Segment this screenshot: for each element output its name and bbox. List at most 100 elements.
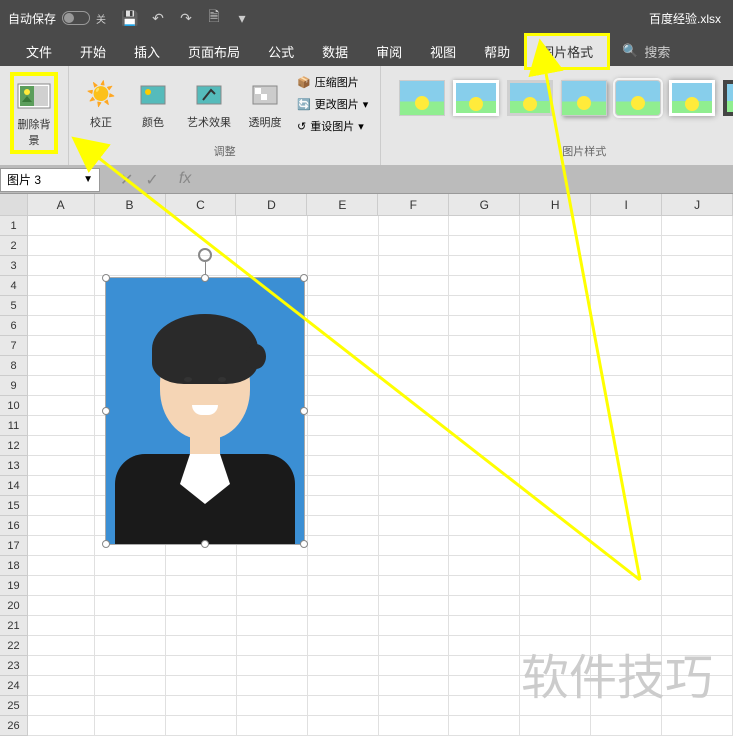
resize-handle[interactable] xyxy=(102,274,110,282)
cell[interactable] xyxy=(28,316,95,335)
cell[interactable] xyxy=(591,496,662,515)
cell[interactable] xyxy=(28,576,95,595)
cell[interactable] xyxy=(449,356,520,375)
chevron-down-icon[interactable]: ▼ xyxy=(83,174,93,185)
cell[interactable] xyxy=(662,596,733,615)
cell[interactable] xyxy=(28,376,95,395)
cell[interactable] xyxy=(520,396,591,415)
row-header[interactable]: 1 xyxy=(0,216,28,236)
row-header[interactable]: 20 xyxy=(0,596,28,616)
cell[interactable] xyxy=(379,356,450,375)
cell[interactable] xyxy=(379,576,450,595)
cell[interactable] xyxy=(379,276,450,295)
row-header[interactable]: 23 xyxy=(0,656,28,676)
cell[interactable] xyxy=(28,456,95,475)
cell[interactable] xyxy=(449,216,520,235)
cell[interactable] xyxy=(379,616,450,635)
cell[interactable] xyxy=(379,396,450,415)
cell[interactable] xyxy=(308,636,379,655)
cell[interactable] xyxy=(95,236,166,255)
cell[interactable] xyxy=(379,256,450,275)
print-preview-icon[interactable]: 🗎 xyxy=(206,10,222,26)
column-header[interactable]: I xyxy=(591,194,662,215)
cell[interactable] xyxy=(28,236,95,255)
resize-handle[interactable] xyxy=(201,540,209,548)
cell[interactable] xyxy=(449,696,520,715)
column-header[interactable]: H xyxy=(520,194,591,215)
reset-button[interactable]: ↺重设图片▾ xyxy=(295,116,370,136)
cell[interactable] xyxy=(520,596,591,615)
selected-picture[interactable] xyxy=(105,277,305,545)
cell[interactable] xyxy=(237,716,308,735)
cell[interactable] xyxy=(308,616,379,635)
style-item[interactable] xyxy=(453,80,499,116)
cell[interactable] xyxy=(28,476,95,495)
resize-handle[interactable] xyxy=(300,274,308,282)
menu-review[interactable]: 审阅 xyxy=(362,36,416,67)
cell[interactable] xyxy=(308,716,379,735)
row-header[interactable]: 7 xyxy=(0,336,28,356)
autosave-toggle[interactable]: 自动保存 关 xyxy=(8,10,106,27)
row-header[interactable]: 26 xyxy=(0,716,28,736)
cell[interactable] xyxy=(28,536,95,555)
change-button[interactable]: 🔄更改图片▾ xyxy=(295,94,370,114)
cell[interactable] xyxy=(28,676,95,695)
cell[interactable] xyxy=(308,576,379,595)
row-header[interactable]: 4 xyxy=(0,276,28,296)
cell[interactable] xyxy=(379,436,450,455)
cell[interactable] xyxy=(379,316,450,335)
cell[interactable] xyxy=(591,616,662,635)
resize-handle[interactable] xyxy=(300,540,308,548)
cell[interactable] xyxy=(520,716,591,735)
cell[interactable] xyxy=(308,296,379,315)
cell[interactable] xyxy=(308,516,379,535)
cell[interactable] xyxy=(237,616,308,635)
cell[interactable] xyxy=(95,636,166,655)
cell[interactable] xyxy=(662,376,733,395)
cell[interactable] xyxy=(591,216,662,235)
cell[interactable] xyxy=(28,356,95,375)
cell[interactable] xyxy=(662,396,733,415)
row-header[interactable]: 5 xyxy=(0,296,28,316)
cell[interactable] xyxy=(662,616,733,635)
row-header[interactable]: 21 xyxy=(0,616,28,636)
column-header[interactable]: D xyxy=(236,194,307,215)
cell[interactable] xyxy=(662,576,733,595)
cell[interactable] xyxy=(449,396,520,415)
cell[interactable] xyxy=(28,396,95,415)
cell[interactable] xyxy=(520,336,591,355)
cell[interactable] xyxy=(95,556,166,575)
cell[interactable] xyxy=(379,556,450,575)
cell[interactable] xyxy=(449,436,520,455)
transparency-button[interactable]: 透明度 xyxy=(243,72,287,134)
column-header[interactable]: F xyxy=(378,194,449,215)
resize-handle[interactable] xyxy=(201,274,209,282)
cell[interactable] xyxy=(237,556,308,575)
cell[interactable] xyxy=(308,496,379,515)
cell[interactable] xyxy=(449,596,520,615)
cell[interactable] xyxy=(520,376,591,395)
style-item[interactable] xyxy=(669,80,715,116)
cell[interactable] xyxy=(379,536,450,555)
compress-button[interactable]: 📦压缩图片 xyxy=(295,72,370,92)
cell[interactable] xyxy=(379,336,450,355)
row-header[interactable]: 12 xyxy=(0,436,28,456)
cell[interactable] xyxy=(591,436,662,455)
row-header[interactable]: 19 xyxy=(0,576,28,596)
cell[interactable] xyxy=(591,556,662,575)
cell[interactable] xyxy=(237,216,308,235)
row-header[interactable]: 16 xyxy=(0,516,28,536)
row-header[interactable]: 6 xyxy=(0,316,28,336)
cell[interactable] xyxy=(379,716,450,735)
row-header[interactable]: 2 xyxy=(0,236,28,256)
cell[interactable] xyxy=(166,676,237,695)
cell[interactable] xyxy=(166,596,237,615)
qat-dropdown-icon[interactable]: ▾ xyxy=(234,10,250,26)
cell[interactable] xyxy=(237,596,308,615)
cell[interactable] xyxy=(591,256,662,275)
cell[interactable] xyxy=(95,676,166,695)
cell[interactable] xyxy=(28,716,95,735)
cell[interactable] xyxy=(520,296,591,315)
cell[interactable] xyxy=(379,516,450,535)
cell[interactable] xyxy=(591,576,662,595)
